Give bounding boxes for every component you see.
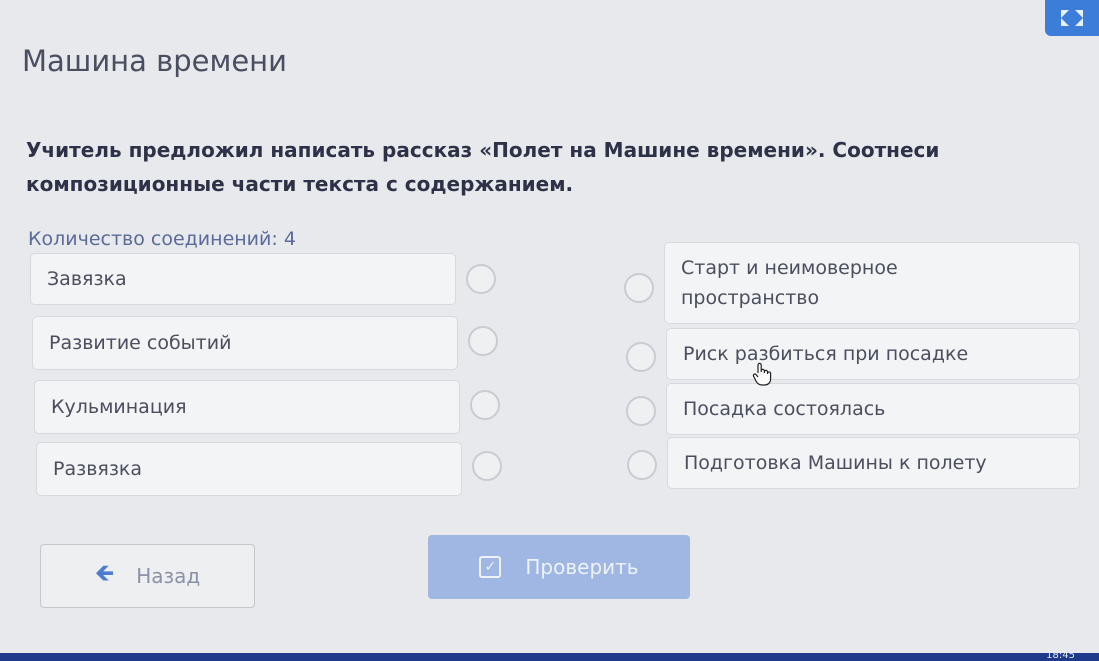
fullscreen-button[interactable] — [1045, 0, 1099, 36]
hand-cursor-icon — [752, 362, 772, 386]
left-item-label: Развязка — [53, 458, 143, 480]
left-item-label: Завязка — [47, 268, 127, 290]
left-item-razvyazka[interactable]: Развязка — [36, 442, 462, 496]
right-item-label: Старт и неимоверное пространство — [681, 257, 898, 309]
check-button-label: Проверить — [525, 555, 639, 579]
left-connector[interactable] — [472, 451, 502, 481]
right-connector[interactable] — [627, 450, 657, 480]
left-connector[interactable] — [466, 264, 496, 294]
left-item-zavyazka[interactable]: Завязка — [30, 253, 456, 305]
fullscreen-icon — [1061, 10, 1083, 26]
right-item-start[interactable]: Старт и неимоверное пространство — [664, 242, 1080, 324]
right-item-label: Подготовка Машины к полету — [684, 452, 987, 474]
left-connector[interactable] — [468, 326, 498, 356]
check-button[interactable]: ✓ Проверить — [428, 535, 690, 599]
right-item-risk[interactable]: Риск разбиться при посадке — [666, 328, 1080, 380]
left-item-kulminatsiya[interactable]: Кульминация — [34, 380, 460, 434]
left-item-label: Кульминация — [51, 396, 187, 418]
arrow-left-icon: 🡸 — [94, 558, 115, 587]
page-title: Машина времени — [22, 44, 287, 78]
right-item-posadka[interactable]: Посадка состоялась — [666, 383, 1080, 435]
back-button[interactable]: 🡸 Назад — [40, 544, 255, 608]
taskbar-clock: 18:45 — [1046, 650, 1075, 661]
checkbox-icon: ✓ — [479, 556, 502, 578]
left-connector[interactable] — [470, 390, 500, 420]
right-item-label: Риск разбиться при посадке — [683, 343, 969, 365]
right-item-label: Посадка состоялась — [683, 398, 886, 420]
connections-count: Количество соединений: 4 — [28, 228, 296, 250]
right-connector[interactable] — [624, 273, 654, 303]
right-connector[interactable] — [626, 396, 656, 426]
right-connector[interactable] — [626, 342, 656, 372]
right-item-podgotovka[interactable]: Подготовка Машины к полету — [667, 437, 1080, 489]
taskbar — [0, 653, 1099, 661]
left-item-razvitie[interactable]: Развитие событий — [32, 316, 458, 370]
left-item-label: Развитие событий — [49, 332, 232, 354]
task-text: Учитель предложил написать рассказ «Поле… — [26, 138, 940, 196]
back-button-label: Назад — [136, 564, 201, 588]
